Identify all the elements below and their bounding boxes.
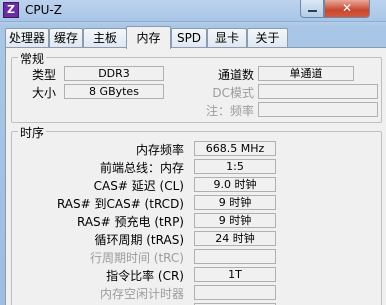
close-icon: ✕ [341, 1, 353, 15]
type-value: DDR3 [64, 66, 164, 81]
tab-memory[interactable]: 内存 [126, 26, 171, 49]
title-bar[interactable]: Z CPU-Z ✕ [0, 0, 386, 22]
tab-graphics[interactable]: 显卡 [207, 28, 247, 48]
cycle-time-value: 24 时钟 [194, 231, 276, 246]
fsb-dram-value: 1:5 [194, 159, 276, 174]
window-title: CPU-Z [25, 3, 62, 17]
tab-caches[interactable]: 缓存 [49, 28, 83, 48]
size-value: 8 GBytes [64, 84, 164, 99]
tab-mainboard[interactable]: 主板 [83, 28, 127, 48]
row-cycle-time-value [194, 249, 276, 264]
row-cycle-time-label: 行周期时间 (tRC) [89, 251, 184, 265]
cycle-time-label: 循环周期 (tRAS) [94, 233, 184, 247]
close-button[interactable]: ✕ [324, 0, 370, 18]
nb-freq-value [258, 102, 378, 117]
dram-idle-timer-value [194, 285, 276, 300]
tab-cpu[interactable]: 处理器 [5, 28, 49, 48]
type-label: 类型 [32, 68, 57, 82]
channels-value: 单通道 [258, 66, 354, 81]
tab-about[interactable]: 关于 [247, 28, 288, 48]
minimize-button[interactable] [300, 0, 324, 18]
fsb-dram-label: 前端总线：内存 [99, 161, 184, 175]
dram-idle-timer-label: 内存空闲计时器 [99, 287, 184, 301]
dram-frequency-value: 668.5 MHz [194, 141, 276, 156]
cpuz-window: Z CPU-Z ✕ 处理器 缓存 主板 内存 SPD 显卡 关于 常规 类型 D… [0, 0, 386, 305]
dram-frequency-label: 内存频率 [135, 143, 184, 157]
dc-mode-label: DC模式 [212, 86, 254, 100]
channels-label: 通道数 [217, 68, 254, 82]
dc-mode-value [258, 84, 378, 99]
ras-precharge-label: RAS# 预充电 (tRP) [76, 215, 184, 229]
minimize-icon [308, 10, 317, 12]
timings-title: 时序 [18, 124, 47, 141]
ras-precharge-value: 9 时钟 [194, 213, 276, 228]
cas-latency-value: 9.0 时钟 [194, 177, 276, 192]
timings-group: 时序 内存频率 668.5 MHz 前端总线：内存 1:5 CAS# 延迟 (CL) 9.… [11, 124, 382, 305]
command-rate-value: 1T [194, 267, 276, 282]
tab-spd[interactable]: SPD [171, 28, 207, 48]
general-group: 常规 类型 DDR3 大小 8 GBytes 通道数 单通道 DC模式 注：频率 [11, 50, 382, 123]
ras-to-cas-label: RAS# 到CAS# (tRCD) [56, 197, 184, 211]
cpuz-app-icon: Z [3, 2, 19, 18]
command-rate-label: 指令比率 (CR) [106, 269, 184, 283]
memory-panel: 常规 类型 DDR3 大小 8 GBytes 通道数 单通道 DC模式 注：频率… [5, 47, 386, 305]
general-title: 常规 [18, 50, 47, 67]
nb-freq-label: 注：频率 [205, 104, 254, 118]
ras-to-cas-value: 9 时钟 [194, 195, 276, 210]
cas-latency-label: CAS# 延迟 (CL) [93, 179, 184, 193]
size-label: 大小 [32, 86, 57, 100]
